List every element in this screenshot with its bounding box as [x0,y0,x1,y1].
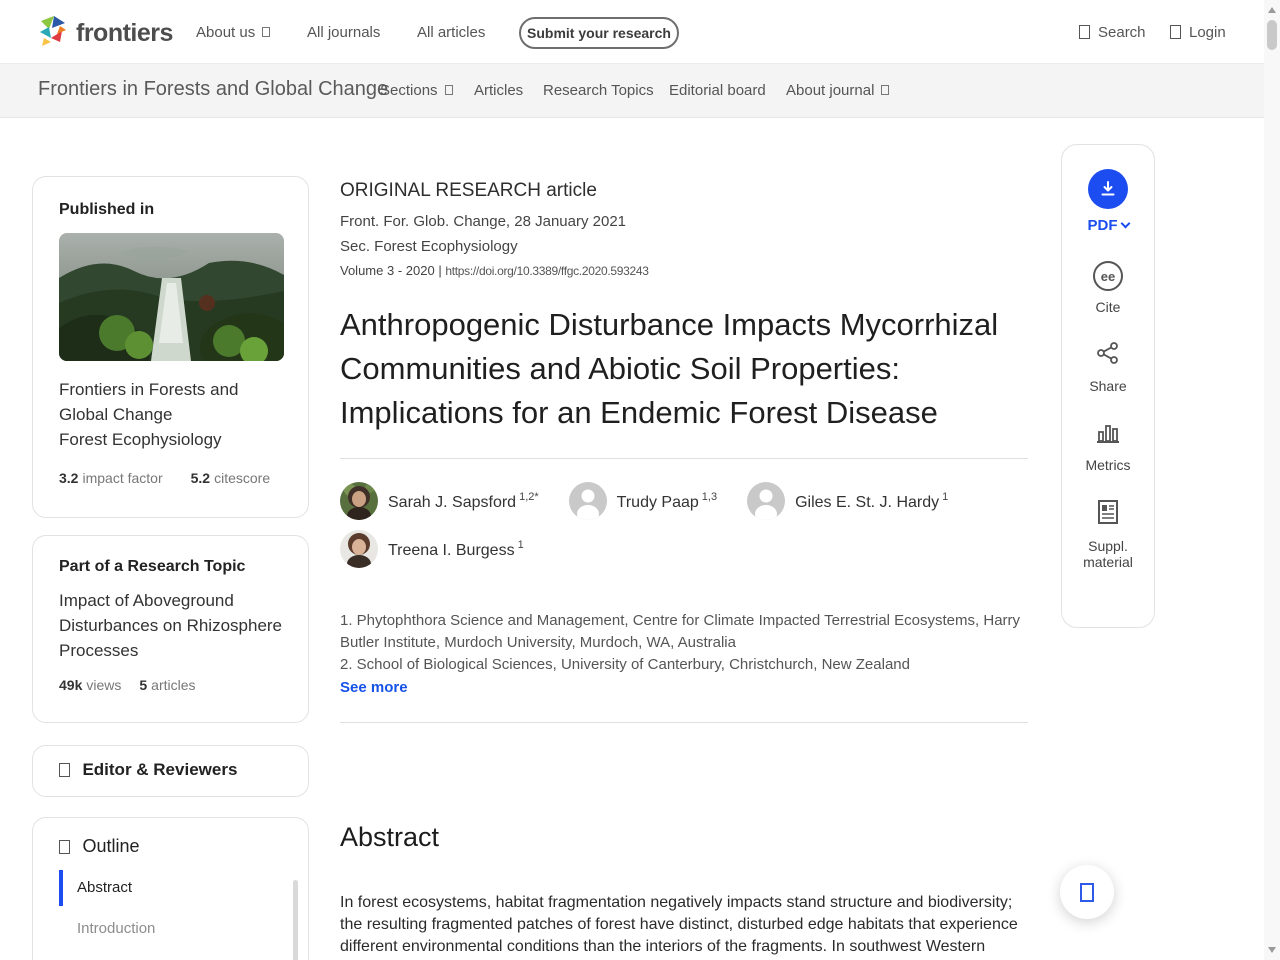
top-navbar: frontiers About us All journals All arti… [0,0,1264,64]
nav-about-us[interactable]: About us [196,24,271,41]
page-scrollbar[interactable] [1264,0,1280,960]
journal-title-link[interactable]: Frontiers in Forests and Global Change [38,78,388,101]
pdf-download-button[interactable] [1088,169,1128,209]
search-button[interactable]: Search [1079,24,1146,41]
outline-icon [59,840,70,854]
outline-heading: Outline [82,836,140,856]
divider-line [340,458,1028,459]
cite-icon: ee [1093,261,1123,291]
article-section: Sec. Forest Ecophysiology [340,238,518,255]
jnav-about-journal[interactable]: About journal [786,82,890,99]
pdf-dropdown[interactable]: PDF [1088,217,1130,234]
brand-name: frontiers [76,19,173,47]
scroll-down-arrow[interactable] [1268,947,1276,953]
affiliation-2: 2. School of Biological Sciences, Univer… [340,656,910,673]
article-citation: Front. For. Glob. Change, 28 January 202… [340,213,627,230]
topic-views: 49k views [59,677,122,693]
outline-card: Outline Abstract Introduction [32,817,309,960]
scrollbar-thumb[interactable] [1267,20,1277,50]
supplementary-button[interactable]: Suppl. material [1062,499,1154,570]
citescore: 5.2 citescore [190,470,271,486]
scroll-up-arrow[interactable] [1268,7,1276,13]
doi-link[interactable]: https://doi.org/10.3389/ffgc.2020.593243 [445,264,649,278]
user-icon [1170,25,1181,39]
article-title: Anthropogenic Disturbance Impacts Mycorr… [340,307,999,430]
abstract-text: In forest ecosystems, habitat fragmentat… [340,894,1018,955]
feedback-fab-button[interactable] [1060,865,1114,919]
outline-item-introduction[interactable]: Introduction [59,920,282,937]
metrics-button[interactable]: Metrics [1062,420,1154,473]
see-more-link[interactable]: See more [340,679,408,696]
frontiers-logo[interactable]: frontiers [38,14,173,53]
editor-reviewers-card[interactable]: Editor & Reviewers [32,745,309,797]
share-icon [1097,342,1118,364]
published-in-card: Published in Frontiers in Forests and Gl… [32,176,309,518]
cite-button[interactable]: ee Cite [1062,261,1154,315]
editor-reviewers-label: Editor & Reviewers [82,760,238,779]
chevron-down-icon [444,85,453,95]
published-section-name: Forest Ecophysiology [59,430,222,449]
chat-icon [1080,882,1094,902]
login-button[interactable]: Login [1170,24,1226,41]
research-topic-link[interactable]: Impact of Aboveground Disturbances on Rh… [59,588,282,663]
people-icon [59,763,70,777]
jnav-articles[interactable]: Articles [474,82,523,99]
nav-all-articles[interactable]: All articles [417,24,485,41]
research-topic-heading: Part of a Research Topic [59,558,246,575]
authors-list: Sarah J. Sapsford 1,2* Trudy Paap 1,3 Gi… [340,482,1028,568]
search-icon [1079,25,1090,39]
author-hardy[interactable]: Giles E. St. J. Hardy 1 [747,482,948,520]
author-sapsford[interactable]: Sarah J. Sapsford 1,2* [340,482,539,520]
jnav-sections[interactable]: Sections [380,82,453,99]
article-volume-doi: Volume 3 - 2020 | https://doi.org/10.338… [340,263,649,278]
author-paap[interactable]: Trudy Paap 1,3 [568,482,717,520]
metrics-icon [1097,425,1119,443]
outline-scrollbar[interactable] [293,880,298,960]
jnav-editorial-board[interactable]: Editorial board [669,82,766,99]
author-burgess[interactable]: Treena I. Burgess 1 [340,530,1028,568]
nav-all-journals[interactable]: All journals [307,24,380,41]
journal-navbar: Frontiers in Forests and Global Change S… [0,64,1264,118]
chevron-down-icon [881,85,890,95]
abstract-heading: Abstract [340,822,440,852]
author-avatar-placeholder [747,482,786,520]
share-button[interactable]: Share [1062,341,1154,394]
author-avatar-photo [340,482,378,520]
impact-factor: 3.2 impact factor [59,470,163,486]
chevron-down-icon [262,27,271,37]
divider-line [340,722,1028,723]
affiliations: 1. Phytophthora Science and Management, … [340,610,1028,676]
chevron-down-icon [1120,218,1130,229]
published-in-heading: Published in [59,201,155,218]
article-type-label: ORIGINAL RESEARCH article [340,180,597,201]
author-avatar-photo [340,530,378,568]
frontiers-logo-icon [38,14,68,53]
affiliation-1: 1. Phytophthora Science and Management, … [340,612,1021,651]
published-journal-link[interactable]: Frontiers in Forests and Global Change [59,377,282,427]
author-avatar-placeholder [568,482,607,520]
download-icon [1101,181,1115,196]
journal-cover-image[interactable] [59,233,284,361]
jnav-research-topics[interactable]: Research Topics [543,82,654,99]
research-topic-card: Part of a Research Topic Impact of Above… [32,535,309,723]
outline-item-abstract[interactable]: Abstract [59,870,282,906]
submit-research-button[interactable]: Submit your research [519,17,679,49]
topic-articles: 5 articles [139,677,196,693]
page: frontiers About us All journals All arti… [0,0,1280,960]
document-icon [1098,500,1118,524]
action-rail: PDF ee Cite Share Metrics Suppl. materia… [1061,144,1155,628]
